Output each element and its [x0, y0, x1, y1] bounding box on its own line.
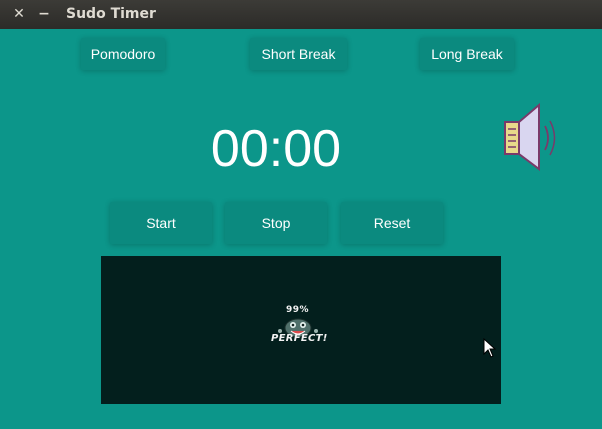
perfect-label: PERFECT!: [271, 333, 328, 344]
reset-button[interactable]: Reset: [341, 202, 443, 244]
percent-label: 99%: [286, 305, 310, 315]
close-button[interactable]: ✕: [9, 4, 29, 24]
short-break-button[interactable]: Short Break: [250, 38, 347, 70]
stop-button[interactable]: Stop: [225, 202, 327, 244]
display-screen: 99% PERFECT!: [101, 256, 501, 404]
long-break-button[interactable]: Long Break: [420, 38, 514, 70]
timer-display: 00:00: [210, 120, 342, 178]
app-body: Pomodoro Short Break Long Break 00:00 St…: [0, 29, 602, 429]
pomodoro-button[interactable]: Pomodoro: [81, 38, 165, 70]
window-title: Sudo Timer: [66, 6, 156, 22]
speaker-volume-icon[interactable]: [499, 102, 561, 172]
title-bar: ✕ − Sudo Timer: [0, 0, 602, 29]
minimize-button[interactable]: −: [34, 4, 54, 24]
mouse-cursor-icon: [483, 337, 497, 358]
start-button[interactable]: Start: [110, 202, 212, 244]
